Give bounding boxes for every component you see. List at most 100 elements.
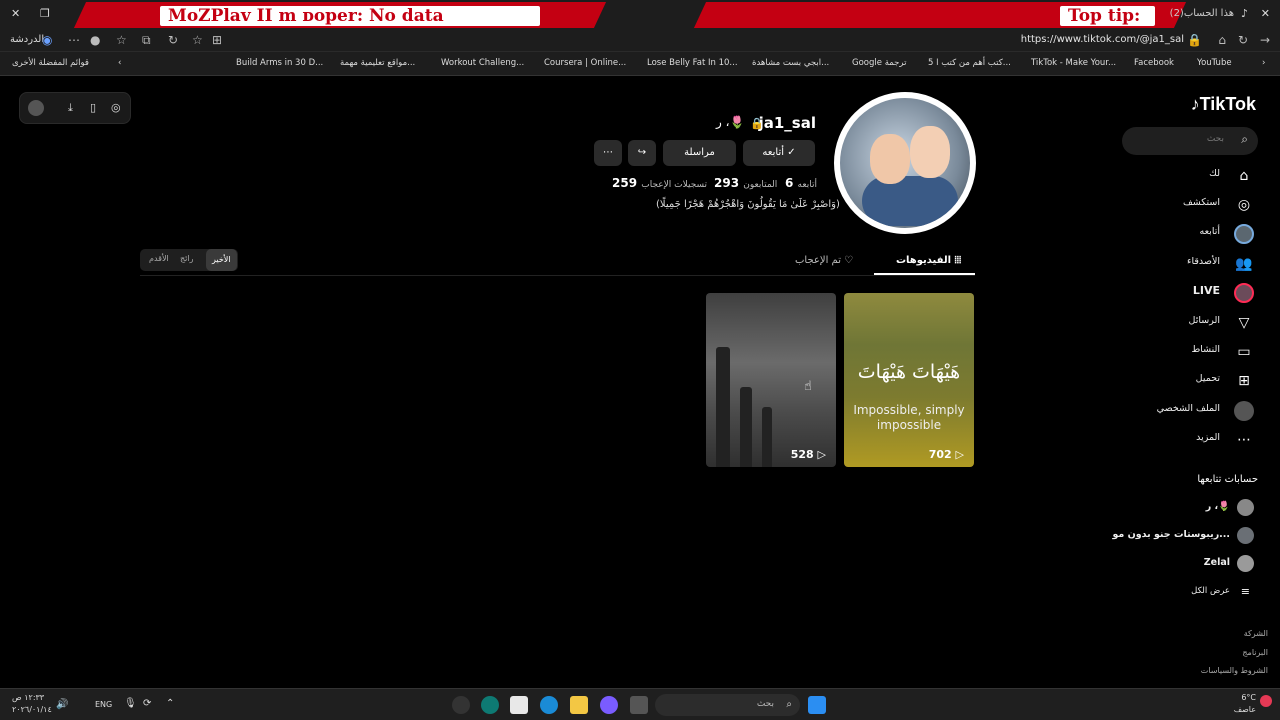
bookmark-other-favorites[interactable]: قوائم المفضلة الأخرى [12,58,89,68]
minaret-shape [762,407,772,467]
nav-upload[interactable]: تحميل ⊞ [1098,369,1258,393]
tiktok-note-icon: ♪ [1190,94,1200,114]
phone-icon[interactable]: ▯ [90,101,96,114]
bookmark-item[interactable]: Google ترجمة [852,58,906,68]
reload-extension-icon[interactable]: ↻ [168,33,178,47]
video-thumbnail[interactable]: هَيْهَاتَ هَيْهَاتَ Impossible, simply i… [844,293,974,467]
bookmark-item[interactable]: ابجي بست مشاهدة... [752,58,829,68]
language-indicator[interactable]: ENG [95,700,112,709]
avatar [1237,527,1254,544]
refresh-icon[interactable]: ↻ [1238,33,1248,47]
following-account[interactable]: ريبوستات جنو بدون مو... [1098,525,1258,547]
profile-avatar[interactable] [834,92,976,234]
chevron-right-icon[interactable]: › [1262,58,1265,68]
more-options-button[interactable]: ⋯ [594,140,622,166]
sort-popular[interactable]: رائج [180,254,193,263]
download-icon[interactable]: ⤓ [68,101,73,115]
bookmark-item[interactable]: YouTube [1197,58,1232,68]
nav-label: الرسائل [1188,315,1220,326]
footer-company-link[interactable]: الشركة [1244,629,1268,638]
mic-icon[interactable]: 🎙 [124,698,137,709]
bookmark-item[interactable]: TikTok - Make Your... [1031,58,1116,68]
bookmark-item[interactable]: مواقع تعليمية مهمة... [340,58,415,68]
avatar [1237,555,1254,572]
bookmark-item[interactable]: Facebook [1134,58,1174,68]
chat-button[interactable]: الدردشة [10,34,44,45]
see-all-link[interactable]: عرض الكل ≡ [1098,582,1258,604]
home-browser-icon[interactable]: ⌂ [1218,33,1226,47]
edge-icon[interactable] [540,696,558,714]
search-icon[interactable]: ⌕ [1241,132,1248,147]
view-count-value: 702 [928,448,952,461]
share-icon[interactable]: ↪ [628,140,656,166]
nav-live[interactable]: LIVE [1098,281,1258,305]
nav-explore[interactable]: استكشف ◎ [1098,193,1258,217]
bookmark-item[interactable]: 5 كتب أهم من كتب ا... [928,58,1011,68]
following-button-label: أتابعه [762,147,784,158]
message-button[interactable]: مراسلة [663,140,736,166]
speaker-icon[interactable]: 🔊 [56,699,68,710]
bookmark-item[interactable]: Build Arms in 30 D... [236,58,323,68]
copilot-taskbar-icon[interactable] [600,696,618,714]
footer-terms-link[interactable]: الشروط والسياسات [1201,666,1268,675]
footer-program-link[interactable]: البرنامج [1242,648,1268,657]
sort-latest[interactable]: الأخير [206,249,237,271]
close-tab-icon[interactable]: ✕ [1261,7,1270,20]
split-screen-icon[interactable]: ⊞ [212,33,222,47]
nav-for-you[interactable]: لك ⌂ [1098,164,1258,188]
restore-window-icon[interactable]: ❐ [40,7,50,20]
tiktok-logo[interactable]: ♪TikTok [1191,94,1256,115]
weather-desc[interactable]: عاصف [1234,705,1256,714]
tab-title[interactable]: (2)هذا الحساب [1170,8,1234,19]
extensions-icon[interactable]: ⧉ [142,33,151,48]
sort-oldest[interactable]: الأقدم [149,254,169,263]
search-input[interactable]: بحث ⌕ [1122,127,1258,155]
clock-time[interactable]: ١٢:٣٣ ص [12,693,44,702]
tab-liked[interactable]: تم الإعجاب ♡ [795,255,853,266]
nav-profile[interactable]: الملف الشخصي [1098,399,1258,423]
weather-temp[interactable]: 6°C [1241,693,1256,702]
following-button[interactable]: أتابعه ✓ [743,140,815,166]
tab-videos[interactable]: الفيديوهات ⦙⦙⦙ [896,255,961,266]
activity-icon: ▭ [1237,344,1251,360]
copilot-icon[interactable]: ◉ [42,33,52,47]
add-favorite-icon[interactable]: ☆ [192,33,203,47]
chevron-up-icon[interactable]: ⌃ [166,698,174,709]
sync-icon[interactable]: ⟳ [143,698,151,709]
edge-dev-icon[interactable] [481,696,499,714]
close-window-icon[interactable]: ✕ [11,7,20,20]
avatar[interactable] [28,100,44,116]
compass-small-icon[interactable]: ◎ [111,101,121,114]
account-icon[interactable]: ● [90,33,100,47]
nav-friends[interactable]: الأصدقاء 👥 [1098,252,1258,276]
minaret-shape [740,387,752,467]
favorites-icon[interactable]: ☆ [116,33,127,47]
diamond-icon: ♦ [948,8,961,24]
file-explorer-icon[interactable] [570,696,588,714]
task-view-icon[interactable] [630,696,648,714]
clock-date[interactable]: ٢٠٢٦/٠١/١٤ [12,705,52,714]
bookmark-item[interactable]: Workout Challeng... [441,58,524,68]
nav-following[interactable]: أتابعه [1098,222,1258,246]
windows-start-icon[interactable] [808,696,826,714]
more-options-icon[interactable]: ⋯ [68,33,80,47]
taskbar-search[interactable]: بحث ⌕ [655,694,800,716]
following-stat[interactable]: 6 أتابعه [785,176,821,190]
url-field[interactable]: https://www.tiktok.com/@ja1_sal [1021,34,1184,45]
chevron-left-icon[interactable]: ‹ [118,58,121,68]
store-icon[interactable] [510,696,528,714]
following-account[interactable]: ر ،🌷 [1098,497,1258,519]
notification-badge[interactable] [1260,695,1272,707]
app-icon[interactable] [452,696,470,714]
nav-messages[interactable]: الرسائل ▽ [1098,311,1258,335]
nav-more[interactable]: المزيد ⋯ [1098,428,1258,452]
account-name: ريبوستات جنو بدون مو... [1112,529,1230,540]
back-icon[interactable]: → [1260,33,1270,47]
video-thumbnail[interactable]: 528 ▷ [706,293,836,467]
nav-activity[interactable]: النشاط ▭ [1098,340,1258,364]
see-all-label: عرض الكل [1191,586,1230,596]
bookmark-item[interactable]: Coursera | Online... [544,58,626,68]
bookmark-item[interactable]: Lose Belly Fat In 10... [647,58,738,68]
followers-stat[interactable]: 293 المتابعون [714,176,781,190]
following-account[interactable]: Zelal [1098,553,1258,575]
